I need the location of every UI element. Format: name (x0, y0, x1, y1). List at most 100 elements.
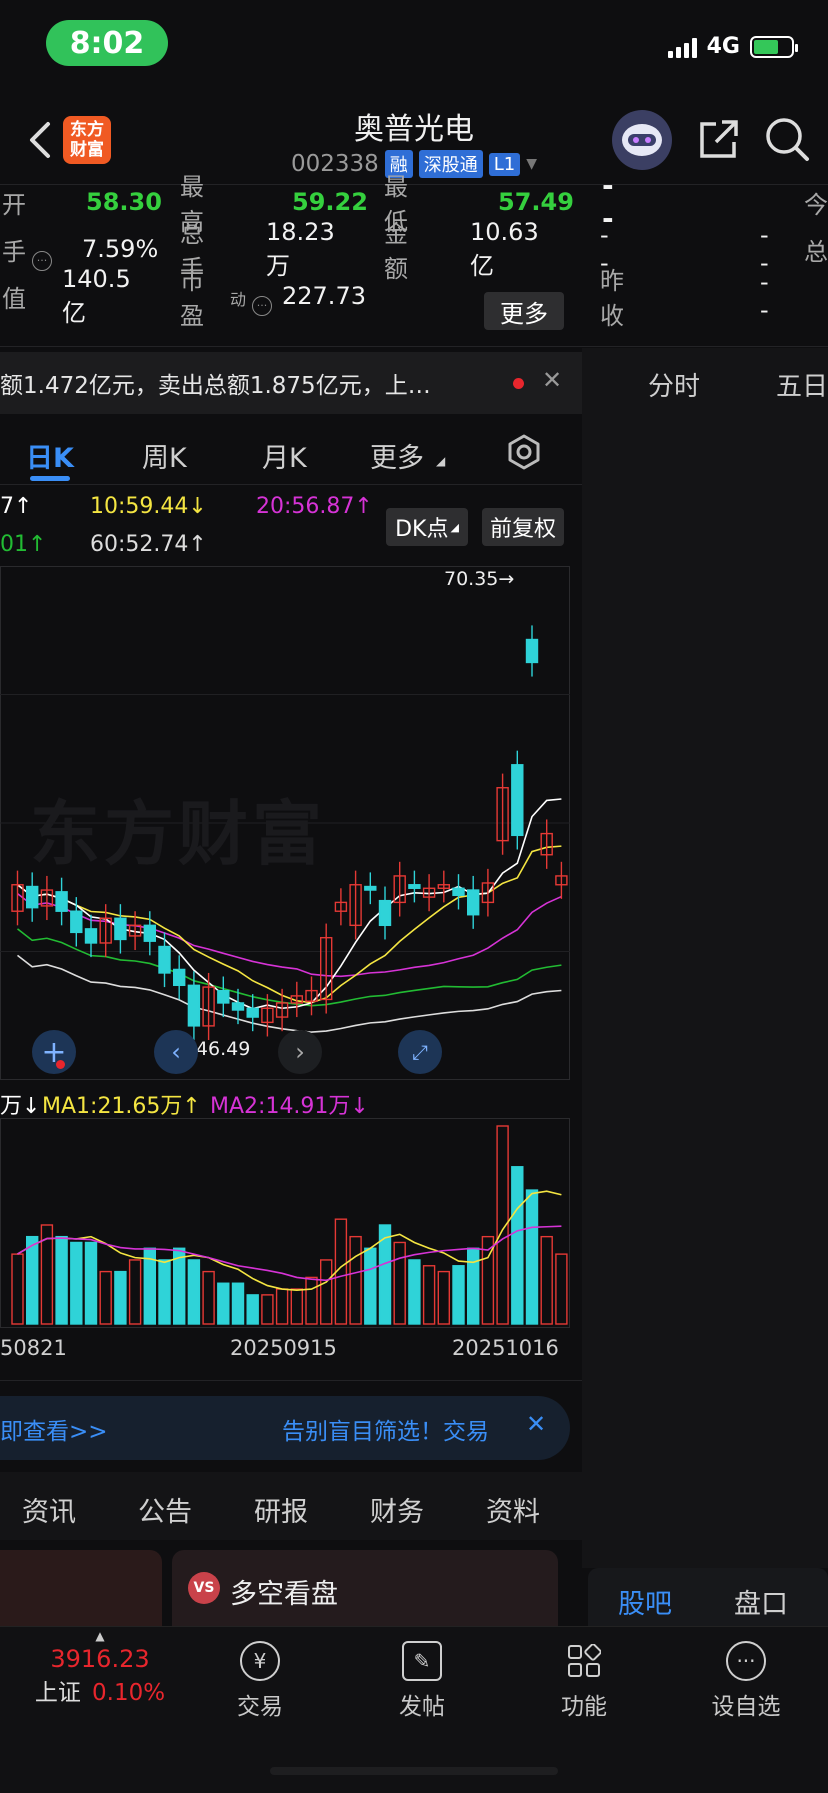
tab-intraday[interactable]: 分时 (648, 366, 700, 403)
nav-features[interactable]: 功能 (524, 1627, 644, 1721)
candle-body (467, 889, 480, 916)
volume-bar (555, 1253, 568, 1325)
close-icon[interactable]: ✕ (542, 366, 562, 394)
more-quote-button[interactable]: 更多 (484, 292, 564, 330)
volume-ma2-line (17, 1225, 562, 1282)
tab-order-book[interactable]: 盘口 (734, 1582, 788, 1621)
bull-bear-card[interactable]: VS 多空看盘 (172, 1550, 558, 1626)
bottom-nav: ▲ 3916.23 上证 0.10% ¥ 交易 ✎ 发帖 功能 ··· 设自选 (0, 1626, 828, 1793)
volume-bar (114, 1270, 127, 1325)
volume-bar (217, 1282, 230, 1325)
index-value: 3916.23 (50, 1645, 150, 1673)
open-value: 58.30 (86, 188, 162, 216)
promo-left-text: 即查看>> (0, 1419, 108, 1445)
edit-icon: ✎ (402, 1641, 442, 1681)
search-icon[interactable] (764, 116, 810, 162)
notification-dot (56, 1060, 65, 1069)
tab-more[interactable]: 更多 (370, 436, 424, 475)
notice-dot (513, 378, 524, 389)
candle-body (114, 917, 127, 941)
dk-point-button[interactable]: DK点 ◢ (386, 508, 468, 546)
turnover-value: 7.59% (82, 235, 159, 263)
tab-announcement[interactable]: 公告 (138, 1490, 192, 1529)
volume-bar (187, 1259, 201, 1325)
tab-day-k[interactable]: 日K (26, 436, 74, 475)
info-icon[interactable]: ··· (32, 251, 52, 271)
tab-week-k[interactable]: 周K (142, 436, 187, 475)
volume-chart[interactable] (0, 1118, 570, 1328)
tab-finance[interactable]: 财务 (370, 1490, 424, 1529)
tab-month-k[interactable]: 月K (262, 436, 307, 475)
tab-stock-forum[interactable]: 股吧 (618, 1582, 672, 1621)
dk-point-label: DK点 (395, 517, 449, 542)
amount-value: 10.63亿 (470, 217, 539, 280)
volume-bar (511, 1166, 524, 1325)
yen-icon: ¥ (240, 1641, 280, 1681)
volume-bar (202, 1270, 215, 1325)
volume-bar (290, 1288, 303, 1325)
index-ticker[interactable]: ▲ 3916.23 上证 0.10% (20, 1627, 180, 1707)
volume-bar (99, 1270, 112, 1325)
share-icon[interactable] (696, 118, 740, 162)
volume-bar (540, 1235, 553, 1325)
chevron-down-icon[interactable]: ▼ (526, 156, 537, 172)
card-left[interactable] (0, 1550, 162, 1626)
more-dots-icon: ··· (726, 1641, 766, 1681)
right-bottom-tabs: 股吧 盘口 (588, 1568, 828, 1626)
candle-body (70, 910, 83, 934)
tab-profile[interactable]: 资料 (486, 1490, 540, 1529)
ma20-label: 20:56.87↑ (256, 494, 373, 519)
fullscreen-icon[interactable]: ⤢ (398, 1030, 442, 1074)
intraday-pane (582, 348, 828, 1568)
volume-value: 18.23万 (266, 217, 335, 280)
volume-bar (55, 1235, 68, 1325)
low-value: 57.49 (498, 188, 574, 216)
candle-body (55, 891, 68, 912)
promo-banner[interactable]: 即查看>> 告别盲目筛选！交易 ✕ (0, 1396, 570, 1460)
stock-code: 002338 (290, 151, 379, 177)
adjust-button[interactable]: 前复权 (482, 508, 564, 546)
mcap-label: 值 (2, 284, 26, 313)
tab-active-underline (30, 476, 70, 481)
ma5-label: 7↑ (0, 494, 33, 519)
volume-svg (0, 1118, 570, 1328)
volume-bar (84, 1241, 98, 1325)
tab-research[interactable]: 研报 (254, 1490, 308, 1529)
add-indicator-button[interactable]: + (32, 1030, 76, 1074)
chevron-right-icon[interactable]: › (278, 1030, 322, 1074)
volume-bar (349, 1235, 362, 1325)
nav-trade[interactable]: ¥ 交易 (200, 1627, 320, 1721)
ma60-line (17, 954, 562, 1033)
candle-body (525, 638, 539, 664)
ma30-label: 01↑ (0, 532, 47, 557)
volume-bar (246, 1294, 259, 1325)
ticker-up-caret-icon: ▲ (95, 1629, 105, 1643)
connect-tag: 深股通 (418, 150, 483, 178)
tab-five-day[interactable]: 五日 (776, 366, 828, 403)
volume-bar (70, 1241, 83, 1325)
settings-gear-icon[interactable] (504, 432, 544, 472)
level-tag: L1 (488, 152, 521, 176)
nav-watchlist[interactable]: ··· 设自选 (686, 1627, 806, 1721)
intraday-tabs-2: 五日 (776, 366, 828, 403)
pe-info-icon[interactable]: ··· (252, 296, 272, 316)
signal-icon (667, 36, 697, 58)
volume-bar (408, 1259, 421, 1325)
open-label: 开 (2, 190, 26, 219)
candle-body (187, 984, 201, 1027)
volume-bar (305, 1276, 318, 1325)
right-total-label: 总 (804, 237, 828, 266)
promo-close-icon[interactable]: ✕ (526, 1410, 546, 1438)
candle-body (246, 1007, 259, 1018)
nav-post[interactable]: ✎ 发帖 (362, 1627, 482, 1721)
grid-icon (564, 1641, 604, 1681)
chevron-left-icon[interactable]: ‹ (154, 1030, 198, 1074)
ma60-label: 60:52.74↑ (90, 532, 207, 557)
pe-dynamic-sup: 动 (230, 290, 247, 309)
fund-flow-notice[interactable]: 额1.472亿元，卖出总额1.875亿元，上… ✕ (0, 352, 582, 414)
robot-avatar-icon[interactable] (612, 110, 672, 170)
tab-news[interactable]: 资讯 (22, 1490, 76, 1529)
candle-body (408, 884, 421, 889)
volume-bar (422, 1265, 436, 1325)
index-name: 上证 (34, 1680, 81, 1706)
